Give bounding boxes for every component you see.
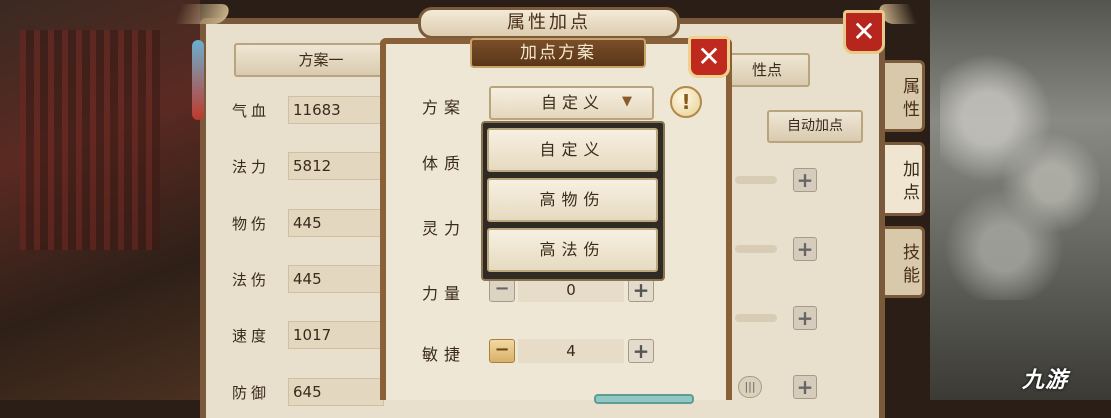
watermark-logo: 九游 [1022,368,1069,393]
stat-value: 1017 [288,321,384,349]
stat-row-magic-damage: 法伤 445 [232,263,384,295]
stat-value: 5812 [288,152,384,180]
background-slider-track [735,314,777,322]
stat-value: 11683 [288,96,384,124]
stat-label: 物伤 [232,214,271,233]
game-scene-right [930,0,1111,400]
tab-skills[interactable]: 技能 [885,226,925,298]
agility-plus-button[interactable]: + [628,339,654,363]
stat-label: 法力 [232,157,271,176]
agility-minus-button[interactable]: − [489,339,515,363]
attribute-panel-title: 属性加点 [418,7,680,39]
stat-row-physical-damage: 物伤 445 [232,207,384,239]
game-scene-left [0,0,200,400]
background-slider-knob[interactable]: ||| [738,376,762,398]
stat-value: 445 [288,265,384,293]
stat-value: 445 [288,209,384,237]
stat-row-mp: 法力 5812 [232,150,384,182]
background-plus-icon[interactable]: + [793,168,817,192]
stat-value: 645 [288,378,384,406]
scheme-option-custom[interactable]: 自定义 [487,128,658,172]
background-slider-track [735,176,777,184]
stat-row-hp: 气血 11683 [232,94,384,126]
stat-row-defense: 防御 645 [232,376,384,408]
stat-label: 法伤 [232,270,271,289]
auto-allocate-button[interactable]: 自动加点 [767,110,863,143]
stat-label: 速度 [232,326,271,345]
scheme-option-high-physical[interactable]: 高物伤 [487,178,658,222]
info-icon[interactable]: ! [670,86,702,118]
agility-value: 4 [518,339,624,363]
stat-label: 气血 [232,101,271,120]
tab-add-points[interactable]: 加点 [885,142,925,216]
constitution-label: 体质 [422,154,467,173]
pendant-decoration [192,40,204,120]
background-plus-icon[interactable]: + [793,375,817,399]
dialog-title: 加点方案 [470,38,646,68]
attribute-panel-close-icon[interactable]: ✕ [843,10,885,54]
confirm-button[interactable] [594,394,694,404]
background-plus-icon[interactable]: + [793,237,817,261]
scheme-label: 方案 [422,98,467,117]
tab-attributes[interactable]: 属性 [885,60,925,132]
dialog-close-icon[interactable]: ✕ [688,36,730,78]
background-plus-icon[interactable]: + [793,306,817,330]
spirit-label: 灵力 [422,219,467,238]
strength-value: 0 [518,278,624,302]
strength-plus-button[interactable]: + [628,278,654,302]
stat-label: 防御 [232,383,271,402]
scheme-option-high-magic[interactable]: 高法伤 [487,228,658,272]
strength-minus-button[interactable]: − [489,278,515,302]
background-slider-track [735,245,777,253]
chevron-down-icon[interactable]: ▼ [622,94,632,109]
stat-row-speed: 速度 1017 [232,319,384,351]
agility-label: 敏捷 [422,345,467,364]
strength-label: 力量 [422,284,467,303]
